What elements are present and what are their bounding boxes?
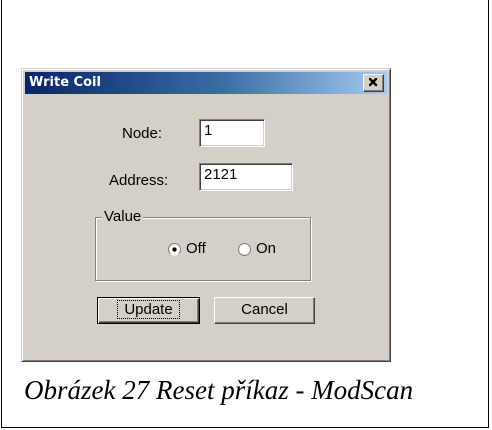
address-input[interactable]: 2121 xyxy=(199,163,293,191)
off-radio-button[interactable] xyxy=(168,243,181,256)
dialog-titlebar[interactable]: Write Coil xyxy=(25,72,387,94)
update-button[interactable]: Update xyxy=(97,297,200,324)
value-group-label: Value xyxy=(102,208,144,225)
close-button[interactable] xyxy=(363,74,384,92)
cancel-button-label: Cancel xyxy=(241,301,288,318)
figure-caption: Obrázek 27 Reset příkaz - ModScan xyxy=(24,375,414,405)
close-icon xyxy=(369,78,378,87)
write-coil-dialog: Write Coil Node: 1 Address: 2121 Value O… xyxy=(21,68,391,362)
node-input[interactable]: 1 xyxy=(199,119,265,147)
on-radio-button[interactable] xyxy=(238,243,251,256)
address-label: Address: xyxy=(109,172,169,189)
dialog-title: Write Coil xyxy=(29,75,101,90)
off-radio-label[interactable]: Off xyxy=(186,240,206,257)
cancel-button[interactable]: Cancel xyxy=(214,297,315,324)
update-button-label: Update xyxy=(117,300,180,319)
node-label: Node: xyxy=(122,125,163,142)
on-radio-label[interactable]: On xyxy=(256,240,276,257)
